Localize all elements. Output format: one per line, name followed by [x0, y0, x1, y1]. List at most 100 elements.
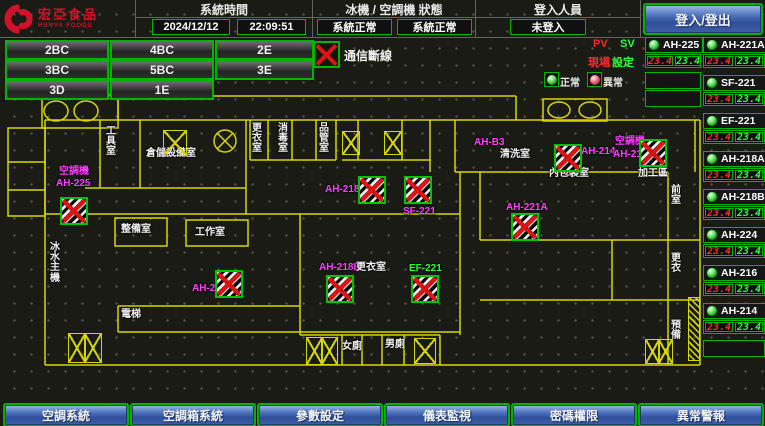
plan-label-SF-221: SF-221 [403, 206, 436, 217]
unit-values-ah-221a: 23.423.4 [703, 54, 765, 68]
plan-label-AH-214: AH-214 [581, 146, 615, 157]
unit-values-ah-224: 23.423.4 [703, 244, 765, 258]
equipment-alarm-icon[interactable] [639, 139, 667, 167]
abnormal-lamp-icon [587, 72, 602, 87]
pv-value: 23.4 [705, 246, 733, 256]
unit-values-ah-216: 23.423.4 [703, 282, 765, 296]
status-lamp-icon [706, 39, 718, 51]
equipment-alarm-icon[interactable] [511, 213, 539, 241]
pv-value: 23.4 [647, 56, 673, 66]
nav-button-1[interactable]: 空調系統 [3, 403, 129, 426]
stair-icon [342, 131, 360, 155]
unit-name: AH-218A [721, 153, 765, 165]
pv-header: PV [593, 38, 608, 50]
plan-label-品管室: 品管室 [319, 124, 331, 155]
unit-sf-221[interactable]: SF-221 [703, 75, 765, 91]
floor-button-1e[interactable]: 1E [110, 80, 214, 100]
equipment-alarm-icon[interactable] [404, 176, 432, 204]
pv-value: 23.4 [705, 132, 733, 142]
abnormal-label: 異常 [603, 74, 623, 89]
equipment-alarm-icon[interactable] [60, 197, 88, 225]
pv-value: 23.4 [705, 170, 733, 180]
login-logout-button[interactable]: 登入/登出 [643, 3, 763, 35]
plan-label-前室: 前室 [671, 186, 683, 206]
unit-name: SF-221 [721, 77, 755, 89]
nav-button-5[interactable]: 密碼權限 [511, 403, 637, 426]
floor-button-3e[interactable]: 3E [215, 60, 314, 80]
system-time-value: 22:09:51 [237, 19, 306, 35]
sv-value: 23.4 [675, 56, 701, 66]
sv-value: 23.4 [735, 322, 763, 332]
pv-value: 23.4 [705, 56, 733, 66]
plan-label-消毒室: 消毒室 [278, 124, 290, 155]
hatched-zone [688, 297, 700, 361]
status-lamp-icon [648, 39, 660, 51]
hmi-screen: 空調機AH-225工具室倉儲設備室更衣室消毒室品管室AH-B3清洗室AH-214… [0, 0, 765, 426]
floor-button-3d[interactable]: 3D [5, 80, 109, 100]
comm-loss-icon [313, 41, 340, 68]
status-lamp-icon [706, 305, 718, 317]
equipment-alarm-icon[interactable] [554, 144, 582, 172]
login-status: 未登入 [510, 19, 586, 35]
nav-button-2[interactable]: 空調箱系統 [130, 403, 256, 426]
unit-ah-214[interactable]: AH-214 [703, 303, 765, 319]
pv-value: 23.4 [705, 208, 733, 218]
unit-ah-225[interactable]: AH-225 [645, 37, 703, 53]
unit-ah-224[interactable]: AH-224 [703, 227, 765, 243]
floor-button-4bc[interactable]: 4BC [110, 40, 214, 60]
unit-name: EF-221 [721, 115, 755, 127]
floor-button-2e[interactable]: 2E [215, 40, 314, 60]
unit-name: AH-225 [663, 39, 699, 51]
plan-label-工作室: 工作室 [195, 227, 225, 238]
nav-button-6[interactable]: 異常警報 [638, 403, 764, 426]
status-lamp-icon [706, 153, 718, 165]
normal-label: 正常 [560, 74, 580, 89]
pv-value: 23.4 [705, 94, 733, 104]
stair-icon [658, 339, 673, 364]
plan-label-整備室: 整備室 [121, 224, 151, 235]
equipment-alarm-icon[interactable] [411, 275, 439, 303]
unit-ah-216[interactable]: AH-216 [703, 265, 765, 281]
equipment-alarm-icon[interactable] [215, 270, 243, 298]
ahu-status: 系統正常 [397, 19, 472, 35]
system-date-value: 2024/12/12 [152, 19, 230, 35]
plan-label-更衣室: 更衣室 [356, 262, 386, 273]
status-lamp-icon [706, 115, 718, 127]
system-time-label: 系統時間 [138, 2, 310, 16]
plan-label-更衣室: 更衣室 [252, 124, 264, 155]
plan-label-AH-B3: AH-B3 [474, 137, 505, 148]
unit-name: AH-221A [721, 39, 765, 51]
sv-value: 23.4 [735, 56, 763, 66]
status-lamp-icon [706, 229, 718, 241]
plan-label-電梯: 電梯 [121, 309, 141, 320]
status-lamp-icon [706, 77, 718, 89]
nav-button-3[interactable]: 參數設定 [257, 403, 383, 426]
pv-value: 23.4 [705, 322, 733, 332]
sv-header: SV [620, 38, 635, 50]
plan-label-女廁: 女廁 [342, 341, 362, 352]
plan-label-空調機: 空調機 [59, 166, 89, 177]
unit-ah-218a[interactable]: AH-218A [703, 151, 765, 167]
empty-slot [703, 340, 765, 357]
stair-icon [163, 130, 187, 156]
floor-button-2bc[interactable]: 2BC [5, 40, 109, 60]
floor-button-5bc[interactable]: 5BC [110, 60, 214, 80]
nav-button-4[interactable]: 儀表監視 [384, 403, 510, 426]
unit-ah-221a[interactable]: AH-221A [703, 37, 765, 53]
empty-slot [645, 72, 701, 89]
equipment-alarm-icon[interactable] [358, 176, 386, 204]
unit-name: AH-218B [721, 191, 765, 203]
unit-ef-221[interactable]: EF-221 [703, 113, 765, 129]
floor-button-3bc[interactable]: 3BC [5, 60, 109, 80]
status-lamp-icon [706, 191, 718, 203]
brand-name: 宏亞食品 [38, 8, 98, 21]
sv-value: 23.4 [735, 94, 763, 104]
sv-value: 23.4 [735, 284, 763, 294]
unit-ah-218b[interactable]: AH-218B [703, 189, 765, 205]
unit-values-ah-218a: 23.423.4 [703, 168, 765, 182]
equipment-alarm-icon[interactable] [326, 275, 354, 303]
sv-name-label: 設定 [612, 54, 634, 70]
brand-sub: HUNYA FOODS [38, 23, 98, 29]
stair-icon [384, 131, 402, 155]
company-logo: 宏亞食品 HUNYA FOODS [4, 2, 132, 35]
